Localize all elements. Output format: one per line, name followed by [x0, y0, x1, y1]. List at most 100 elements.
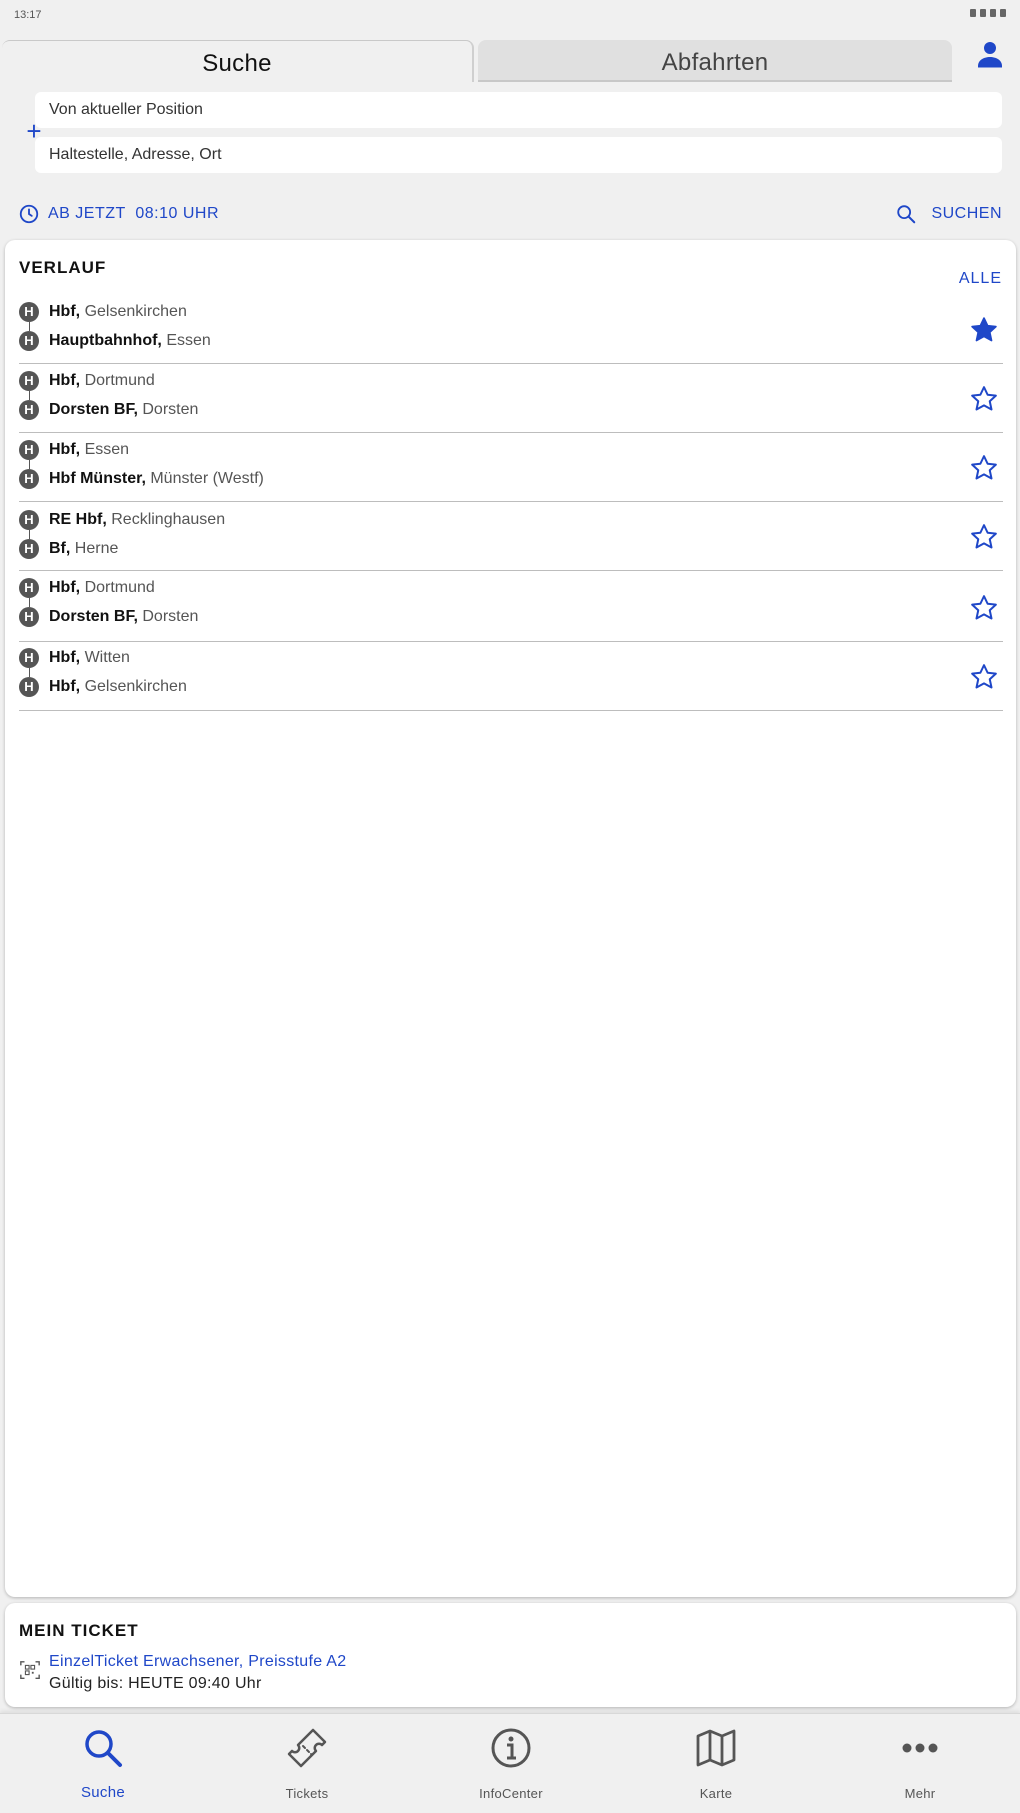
nav-infocenter-label: InfoCenter [479, 1786, 543, 1801]
star-outline-icon [971, 595, 997, 620]
qr-code-icon [20, 1661, 40, 1679]
destination-stop-name: Hauptbahnhof, [49, 332, 162, 349]
nav-tickets-label: Tickets [285, 1786, 329, 1801]
destination-stop: H Dorsten BF, Dorsten [19, 400, 198, 420]
origin-city: Dortmund [84, 579, 155, 596]
account-button[interactable] [972, 36, 1008, 72]
status-time: 13:17 [14, 9, 42, 21]
destination-city: Herne [74, 540, 119, 557]
nav-map-label: Karte [699, 1786, 733, 1801]
favorite-button[interactable] [969, 593, 999, 623]
nav-infocenter[interactable]: InfoCenter [431, 1714, 591, 1813]
show-all-link[interactable]: ALLE [959, 270, 1002, 288]
destination-stop: H Bf, Herne [19, 539, 118, 559]
my-ticket-title: MEIN TICKET [19, 1621, 139, 1640]
destination-stop: H Dorsten BF, Dorsten [19, 607, 198, 627]
origin-stop: H Hbf, Dortmund [19, 371, 155, 391]
nav-more-label: Mehr [904, 1786, 936, 1801]
star-outline-icon [971, 524, 997, 549]
favorite-button[interactable] [969, 384, 999, 414]
destination-stop-name: Hbf, [49, 678, 81, 695]
more-icon [902, 1743, 938, 1753]
history-item[interactable]: H Hbf, Dortmund H Dorsten BF, Dorsten [19, 364, 1003, 433]
history-item[interactable]: H Hbf, Witten H Hbf, Gelsenkirchen [19, 642, 1003, 711]
person-icon [978, 42, 1002, 68]
star-outline-icon [971, 664, 997, 689]
map-icon [696, 1729, 736, 1767]
destination-city: Dorsten [142, 608, 199, 625]
history-item[interactable]: H RE Hbf, Recklinghausen H Bf, Herne [19, 502, 1003, 571]
stop-badge-icon: H [19, 510, 39, 530]
favorite-button[interactable] [969, 522, 999, 552]
search-icon [85, 1730, 122, 1767]
star-outline-icon [971, 455, 997, 480]
nav-search[interactable]: Suche [23, 1714, 183, 1813]
ticket-name[interactable]: EinzelTicket Erwachsener, Preisstufe A2 [49, 1653, 346, 1671]
route-connector [28, 668, 30, 677]
stop-badge-icon: H [19, 400, 39, 420]
search-button-label: SUCHEN [931, 205, 1002, 222]
star-outline-icon [971, 386, 997, 411]
stop-badge-icon: H [19, 677, 39, 697]
nav-map[interactable]: Karte [636, 1714, 796, 1813]
favorite-button[interactable] [969, 453, 999, 483]
destination-stop-name: Bf, [49, 540, 71, 557]
origin-stop: H Hbf, Essen [19, 440, 129, 460]
clock-icon [19, 204, 39, 224]
stop-badge-icon: H [19, 607, 39, 627]
info-icon [491, 1728, 531, 1768]
stop-badge-icon: H [19, 302, 39, 322]
destination-city: Essen [166, 332, 211, 349]
destination-city: Dorsten [142, 401, 199, 418]
stop-badge-icon: H [19, 440, 39, 460]
to-input[interactable]: Haltestelle, Adresse, Ort [35, 137, 1002, 173]
favorite-button[interactable] [969, 662, 999, 692]
history-item[interactable]: H Hbf, Dortmund H Dorsten BF, Dorsten [19, 573, 1003, 642]
destination-city: Münster (Westf) [150, 470, 264, 487]
origin-stop-name: Hbf, [49, 303, 81, 320]
origin-city: Witten [84, 649, 130, 666]
stop-badge-icon: H [19, 539, 39, 559]
history-item[interactable]: H Hbf, Essen H Hbf Münster, Münster (Wes… [19, 433, 1003, 502]
favorite-button[interactable] [969, 315, 999, 345]
bottom-navigation: Suche Tickets InfoCenter Karte Mehr [0, 1713, 1020, 1813]
origin-city: Dortmund [84, 372, 155, 389]
nav-search-label: Suche [80, 1784, 126, 1801]
nav-tickets[interactable]: Tickets [227, 1714, 387, 1813]
tab-search[interactable]: Suche [2, 40, 474, 82]
destination-stop-name: Dorsten BF, [49, 608, 138, 625]
from-input[interactable]: Von aktueller Position [35, 92, 1002, 128]
destination-stop-name: Dorsten BF, [49, 401, 138, 418]
location-icon [970, 9, 976, 17]
tab-departures[interactable]: Abfahrten [478, 40, 952, 82]
history-title: VERLAUF [19, 258, 107, 277]
battery-icon [1000, 9, 1006, 17]
history-card: VERLAUF ALLE H Hbf, Gelsenkirchen H Haup… [5, 240, 1016, 1597]
history-item[interactable]: H Hbf, Gelsenkirchen H Hauptbahnhof, Ess… [19, 295, 1003, 364]
stop-badge-icon: H [19, 648, 39, 668]
route-connector [28, 391, 30, 400]
origin-stop-name: Hbf, [49, 441, 81, 458]
departure-time-button[interactable]: AB JETZT 08:10 UHR [18, 202, 219, 226]
origin-stop: H Hbf, Dortmund [19, 578, 155, 598]
stop-badge-icon: H [19, 371, 39, 391]
origin-stop: H Hbf, Gelsenkirchen [19, 302, 187, 322]
origin-stop: H RE Hbf, Recklinghausen [19, 510, 225, 530]
stop-badge-icon: H [19, 578, 39, 598]
my-ticket-card[interactable]: MEIN TICKET EinzelTicket Erwachsener, Pr… [5, 1603, 1016, 1707]
nav-more[interactable]: Mehr [840, 1714, 1000, 1813]
route-connector [28, 460, 30, 469]
origin-stop-name: RE Hbf, [49, 511, 107, 528]
destination-stop: H Hauptbahnhof, Essen [19, 331, 211, 351]
destination-city: Gelsenkirchen [84, 678, 187, 695]
system-icons [970, 9, 1006, 17]
origin-city: Essen [84, 441, 130, 458]
route-connector [28, 322, 30, 331]
search-button[interactable]: SUCHEN [895, 202, 1002, 226]
signal-icon [990, 9, 996, 17]
origin-stop-name: Hbf, [49, 372, 81, 389]
origin-stop-name: Hbf, [49, 579, 81, 596]
stop-badge-icon: H [19, 469, 39, 489]
destination-stop-name: Hbf Münster, [49, 470, 146, 487]
destination-stop: H Hbf, Gelsenkirchen [19, 677, 187, 697]
